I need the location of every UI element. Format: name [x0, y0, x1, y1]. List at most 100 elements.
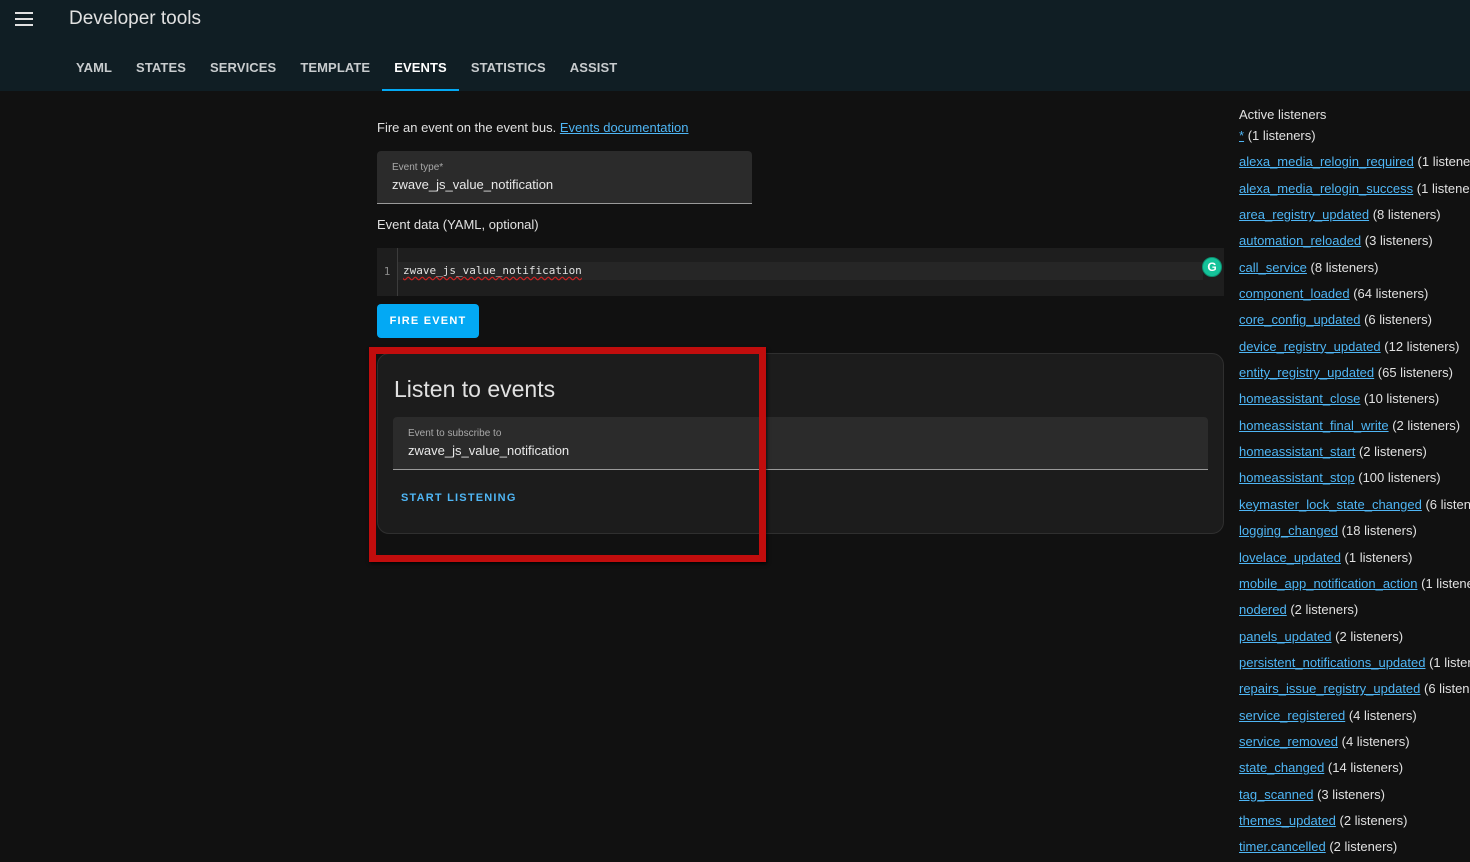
listener-item: homeassistant_start (2 listeners)	[1239, 444, 1470, 460]
listener-item: service_registered (4 listeners)	[1239, 708, 1470, 724]
listener-item: repairs_issue_registry_updated (6 listen…	[1239, 681, 1470, 697]
listener-item: logging_changed (18 listeners)	[1239, 523, 1470, 539]
event-data-editor[interactable]: 1 zwave_js_value_notification	[377, 248, 1224, 296]
listener-count: (2 listeners)	[1392, 417, 1461, 433]
event-data-label: Event data (YAML, optional)	[377, 217, 539, 232]
listener-event-link[interactable]: mobile_app_notification_action	[1239, 576, 1418, 591]
event-type-field[interactable]: Event type* zwave_js_value_notification	[377, 151, 752, 204]
listener-item: homeassistant_final_write (2 listeners)	[1239, 418, 1470, 434]
tab-yaml[interactable]: YAML	[64, 52, 124, 91]
listener-event-link[interactable]: component_loaded	[1239, 286, 1350, 301]
listener-count: (64 listeners)	[1353, 286, 1429, 302]
listener-count: (2 listeners)	[1329, 839, 1398, 855]
listener-event-link[interactable]: automation_reloaded	[1239, 233, 1361, 248]
listener-count: (1 listeners)	[1417, 154, 1470, 170]
listener-item: call_service (8 listeners)	[1239, 260, 1470, 276]
grammarly-icon[interactable]: G	[1202, 257, 1222, 277]
listen-card-title: Listen to events	[394, 376, 556, 402]
listener-count: (1 listeners)	[1429, 654, 1470, 670]
listener-event-link[interactable]: homeassistant_final_write	[1239, 418, 1389, 433]
listener-item: alexa_media_relogin_success (1 listeners…	[1239, 181, 1470, 197]
listener-event-link[interactable]: service_removed	[1239, 734, 1338, 749]
tab-template[interactable]: TEMPLATE	[288, 52, 382, 91]
listener-count: (8 listeners)	[1310, 259, 1379, 275]
listener-event-link[interactable]: homeassistant_stop	[1239, 470, 1355, 485]
listener-event-link[interactable]: lovelace_updated	[1239, 550, 1341, 565]
listener-item: * (1 listeners)	[1239, 128, 1470, 144]
event-type-label: Event type*	[392, 162, 444, 173]
start-listening-button[interactable]: START LISTENING	[392, 490, 526, 506]
listener-count: (2 listeners)	[1339, 812, 1408, 828]
app-header: Developer tools YAML STATES SERVICES TEM…	[0, 0, 1470, 91]
tab-assist[interactable]: ASSIST	[558, 52, 630, 91]
listener-item: component_loaded (64 listeners)	[1239, 286, 1470, 302]
fire-event-intro: Fire an event on the event bus. Events d…	[377, 120, 689, 135]
listener-count: (65 listeners)	[1377, 365, 1453, 381]
listener-count: (1 listeners)	[1344, 549, 1413, 565]
tab-services[interactable]: SERVICES	[198, 52, 288, 91]
listener-event-link[interactable]: alexa_media_relogin_success	[1239, 181, 1413, 196]
tab-states[interactable]: STATES	[124, 52, 198, 91]
event-subscribe-field[interactable]: Event to subscribe to zwave_js_value_not…	[393, 417, 1208, 470]
listener-item: homeassistant_close (10 listeners)	[1239, 391, 1470, 407]
listener-event-link[interactable]: *	[1239, 128, 1244, 143]
page-title: Developer tools	[69, 8, 202, 29]
listener-event-link[interactable]: state_changed	[1239, 760, 1324, 775]
fire-event-button[interactable]: FIRE EVENT	[377, 304, 479, 338]
listener-event-link[interactable]: logging_changed	[1239, 523, 1338, 538]
listener-count: (4 listeners)	[1348, 707, 1417, 723]
listener-item: entity_registry_updated (65 listeners)	[1239, 365, 1470, 381]
listener-event-link[interactable]: service_registered	[1239, 708, 1345, 723]
event-type-input[interactable]: zwave_js_value_notification	[392, 177, 553, 192]
editor-active-line[interactable]: zwave_js_value_notification	[398, 262, 1203, 280]
listener-event-link[interactable]: alexa_media_relogin_required	[1239, 154, 1414, 169]
listener-item: themes_updated (2 listeners)	[1239, 813, 1470, 829]
listener-event-link[interactable]: entity_registry_updated	[1239, 365, 1374, 380]
tab-statistics[interactable]: STATISTICS	[459, 52, 558, 91]
editor-line-number: 1	[377, 248, 398, 296]
intro-text: Fire an event on the event bus.	[377, 120, 557, 135]
listener-count: (1 listeners)	[1416, 180, 1470, 196]
active-listeners-panel: Active listeners * (1 listeners) alexa_me…	[1239, 106, 1470, 862]
event-subscribe-input[interactable]: zwave_js_value_notification	[408, 443, 569, 458]
listener-count: (8 listeners)	[1372, 207, 1441, 223]
events-documentation-link[interactable]: Events documentation	[560, 120, 689, 135]
listener-event-link[interactable]: call_service	[1239, 260, 1307, 275]
listen-to-events-card: Listen to events Event to subscribe to z…	[377, 353, 1224, 534]
listener-count: (14 listeners)	[1327, 760, 1404, 776]
listener-count: (10 listeners)	[1364, 391, 1440, 407]
listener-event-link[interactable]: homeassistant_close	[1239, 391, 1360, 406]
listener-item: timer.cancelled (2 listeners)	[1239, 839, 1470, 855]
listener-event-link[interactable]: repairs_issue_registry_updated	[1239, 681, 1420, 696]
listener-event-link[interactable]: persistent_notifications_updated	[1239, 655, 1425, 670]
tab-events[interactable]: EVENTS	[382, 52, 459, 91]
listener-item: area_registry_updated (8 listeners)	[1239, 207, 1470, 223]
listener-item: panels_updated (2 listeners)	[1239, 629, 1470, 645]
listener-event-link[interactable]: area_registry_updated	[1239, 207, 1369, 222]
listener-event-link[interactable]: keymaster_lock_state_changed	[1239, 497, 1422, 512]
listener-event-link[interactable]: nodered	[1239, 602, 1287, 617]
listener-event-link[interactable]: homeassistant_start	[1239, 444, 1355, 459]
listener-item: state_changed (14 listeners)	[1239, 760, 1470, 776]
active-listeners-title: Active listeners	[1239, 107, 1327, 122]
listener-item: tag_scanned (3 listeners)	[1239, 787, 1470, 803]
listener-item: keymaster_lock_state_changed (6 listener…	[1239, 497, 1470, 513]
listener-event-link[interactable]: timer.cancelled	[1239, 839, 1326, 854]
listener-item: alexa_media_relogin_required (1 listener…	[1239, 154, 1470, 170]
listener-event-link[interactable]: themes_updated	[1239, 813, 1336, 828]
listener-count: (6 listeners)	[1364, 312, 1432, 328]
listener-count: (2 listeners)	[1358, 444, 1427, 460]
listener-item: homeassistant_stop (100 listeners)	[1239, 470, 1470, 486]
listener-item: lovelace_updated (1 listeners)	[1239, 550, 1470, 566]
listener-count: (3 listeners)	[1364, 233, 1433, 249]
listener-event-link[interactable]: core_config_updated	[1239, 312, 1360, 327]
editor-code-text[interactable]: zwave_js_value_notification	[403, 264, 582, 277]
event-subscribe-label: Event to subscribe to	[408, 428, 502, 439]
listener-count: (100 listeners)	[1358, 470, 1441, 486]
listener-count: (18 listeners)	[1341, 523, 1417, 539]
hamburger-menu-icon[interactable]	[15, 11, 35, 27]
listener-event-link[interactable]: device_registry_updated	[1239, 339, 1381, 354]
listener-event-link[interactable]: panels_updated	[1239, 629, 1332, 644]
listener-event-link[interactable]: tag_scanned	[1239, 787, 1313, 802]
tab-bar: YAML STATES SERVICES TEMPLATE EVENTS STA…	[64, 52, 629, 91]
